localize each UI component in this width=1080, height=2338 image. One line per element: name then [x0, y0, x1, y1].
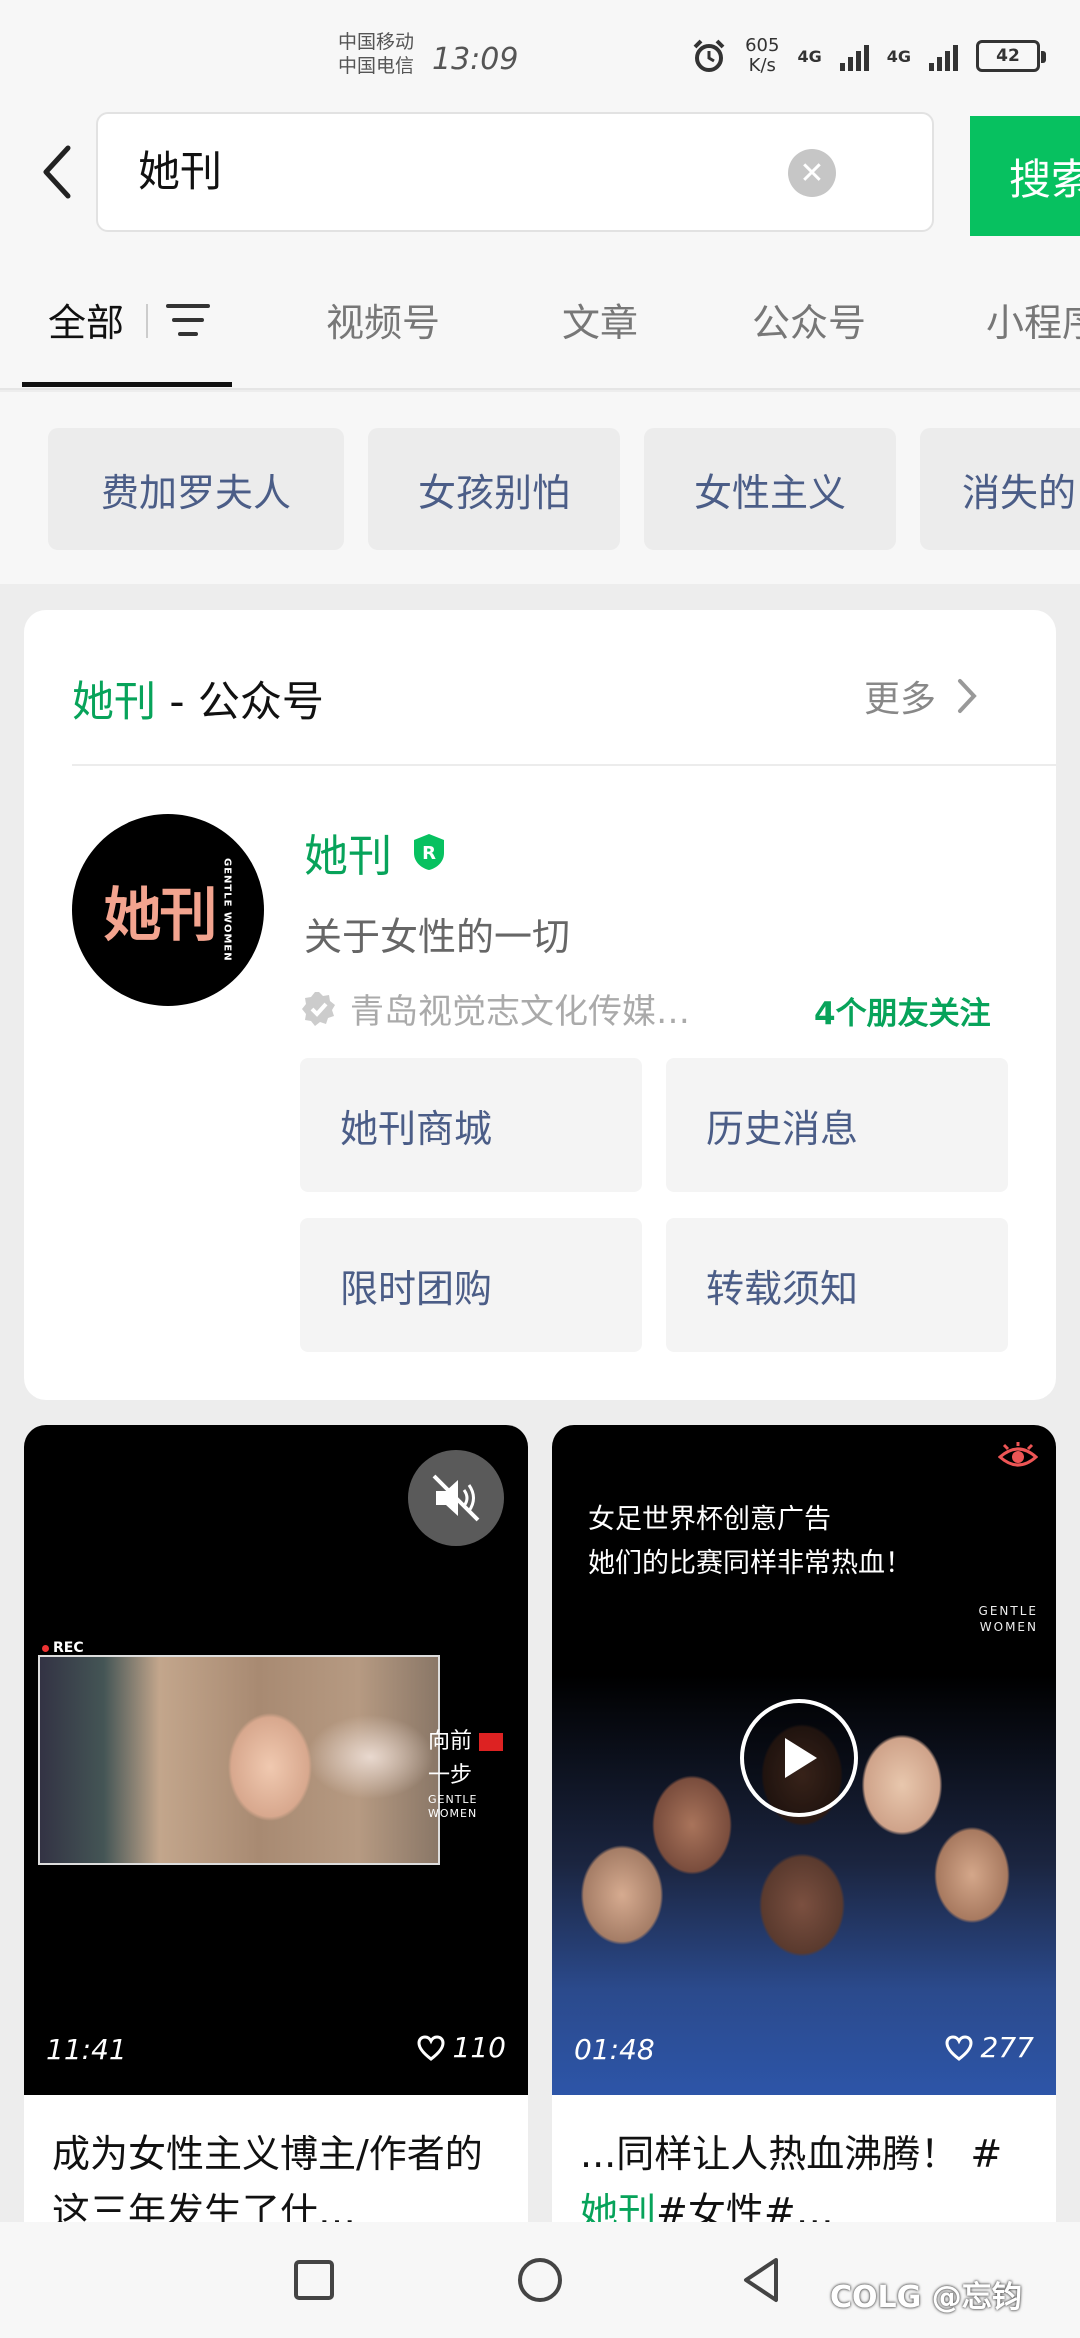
signal-type-1: 4G	[797, 46, 822, 66]
side-text-line-1: 向前	[428, 1725, 528, 1759]
signal-type-2: 4G	[886, 46, 911, 66]
suggestion-chip[interactable]: 消失的	[920, 428, 1080, 550]
home-button[interactable]	[508, 2248, 572, 2312]
brand-logo-text: GENTLE WOMEN	[979, 1603, 1038, 1635]
tab-articles[interactable]: 文章	[562, 292, 638, 347]
suggestion-chip[interactable]: 女孩别怕	[368, 428, 620, 550]
organization-name: 青岛视觉志文化传媒…	[350, 992, 690, 1032]
registered-badge-icon: R	[414, 834, 444, 870]
divider	[72, 764, 1056, 766]
video-likes: 110	[417, 2031, 506, 2064]
status-icons: 605 K/s 4G 4G 42	[691, 36, 1046, 76]
avatar-logo-text: 她刊	[103, 881, 217, 949]
tab-mini-programs[interactable]: 小程序	[986, 292, 1080, 347]
clear-search-button[interactable]: ✕	[788, 149, 836, 197]
network-speed-value: 605	[745, 35, 780, 56]
tab-active-indicator	[22, 382, 232, 387]
result-tabs: 全部 视频号 文章 公众号 小程序	[0, 250, 1080, 390]
video-overlay-line-2: 她们的比赛同样非常热血！	[588, 1548, 912, 1579]
filter-icon[interactable]	[166, 300, 210, 340]
alarm-icon	[693, 39, 725, 72]
carrier-1: 中国移动	[338, 31, 415, 53]
menu-repost-notice-button[interactable]: 转载须知	[666, 1218, 1008, 1352]
rec-label: REC	[42, 1640, 84, 1656]
search-input[interactable]	[138, 144, 738, 193]
account-avatar[interactable]: 她刊 GENTLE WOMEN	[72, 814, 264, 1006]
section-heading: 她刊 - 公众号	[72, 668, 324, 729]
back-nav-button[interactable]	[730, 2248, 794, 2312]
side-text-line-2: 一步	[428, 1763, 473, 1788]
suggestion-chips: 费加罗夫人 女孩别怕 女性主义 消失的	[0, 392, 1080, 584]
carrier-2: 中国电信	[338, 55, 415, 77]
more-link[interactable]: 更多	[864, 670, 978, 722]
speaker-muted-icon	[432, 1474, 480, 1522]
account-organization: 青岛视觉志文化传媒…	[300, 984, 690, 1033]
video-overlay-line-1: 女足世界杯创意广告	[588, 1504, 831, 1535]
eye-icon	[998, 1442, 1038, 1467]
video-duration: 01:48	[574, 2033, 655, 2066]
account-name[interactable]: 她刊 R	[304, 820, 446, 884]
video-card[interactable]: REC 向前 一步 GENTLE WOMEN 11:41 110 成为女性主义博…	[24, 1425, 528, 2338]
system-navigation-bar: COLG @忘钧	[0, 2222, 1080, 2338]
signal-bars-2-icon	[929, 41, 958, 71]
video-likes: 277	[945, 2031, 1034, 2064]
heart-icon	[945, 2034, 973, 2061]
clock: 13:09	[432, 42, 519, 77]
badge-letter: R	[422, 843, 436, 864]
play-button[interactable]	[740, 1699, 858, 1817]
side-text-small: GENTLE WOMEN	[428, 1793, 478, 1820]
carrier-names: 中国移动 中国电信	[338, 30, 414, 78]
account-name-text: 她刊	[304, 831, 392, 882]
heading-suffix: - 公众号	[156, 677, 324, 726]
network-speed: 605 K/s	[745, 36, 779, 76]
video-frame-image	[38, 1655, 440, 1865]
recent-apps-button[interactable]	[282, 2248, 346, 2312]
menu-group-buy-button[interactable]: 限时团购	[300, 1218, 642, 1352]
video-thumbnail[interactable]: REC 向前 一步 GENTLE WOMEN 11:41 110	[24, 1425, 528, 2095]
chevron-right-icon	[958, 679, 977, 713]
video-card[interactable]: 女足世界杯创意广告 她们的比赛同样非常热血！ GENTLE WOMEN 01:4…	[552, 1425, 1056, 2338]
status-bar: 中国移动 中国电信 13:09 605 K/s 4G 4G 42	[0, 0, 1080, 110]
suggestion-chip[interactable]: 费加罗夫人	[48, 428, 344, 550]
suggestion-chip[interactable]: 女性主义	[644, 428, 896, 550]
tab-official-accounts[interactable]: 公众号	[752, 292, 866, 347]
watermark: COLG @忘钧	[830, 2280, 1022, 2315]
menu-shop-button[interactable]: 她刊商城	[300, 1058, 642, 1192]
avatar-logo-subtext: GENTLE WOMEN	[221, 858, 233, 962]
play-icon	[785, 1738, 817, 1778]
mute-button[interactable]	[408, 1450, 504, 1546]
search-header: ✕ 搜索	[0, 110, 1080, 250]
tab-divider	[146, 304, 148, 338]
signal-bars-1-icon	[839, 41, 869, 71]
search-button[interactable]: 搜索	[970, 116, 1080, 236]
friends-following: 4个朋友关注	[814, 996, 991, 1032]
official-account-card: 她刊 - 公众号 更多 她刊 GENTLE WOMEN 她刊 R 关于女性的一切…	[24, 610, 1056, 1400]
video-thumbnail[interactable]: 女足世界杯创意广告 她们的比赛同样非常热血！ GENTLE WOMEN 01:4…	[552, 1425, 1056, 2095]
menu-history-button[interactable]: 历史消息	[666, 1058, 1008, 1192]
network-speed-unit: K/s	[748, 55, 776, 76]
brand-logo-line-2: WOMEN	[979, 1620, 1038, 1634]
back-button[interactable]	[36, 140, 80, 204]
tab-all[interactable]: 全部	[48, 292, 124, 347]
verified-icon	[302, 991, 335, 1026]
brand-logo-line-1: GENTLE	[978, 1604, 1038, 1618]
heart-icon	[417, 2034, 445, 2061]
video-title-prefix: ...同样让人热血沸腾！ #	[580, 2132, 1003, 2176]
search-box: ✕ 搜索	[96, 112, 1080, 236]
video-duration: 11:41	[46, 2033, 127, 2066]
battery-icon: 42	[976, 40, 1046, 72]
likes-count: 277	[980, 2031, 1034, 2064]
tab-channels[interactable]: 视频号	[326, 292, 440, 347]
more-label: 更多	[864, 679, 937, 720]
video-side-caption: 向前 一步 GENTLE WOMEN	[428, 1725, 528, 1821]
account-description: 关于女性的一切	[304, 915, 571, 959]
heading-keyword: 她刊	[72, 677, 157, 726]
likes-count: 110	[452, 2031, 506, 2064]
